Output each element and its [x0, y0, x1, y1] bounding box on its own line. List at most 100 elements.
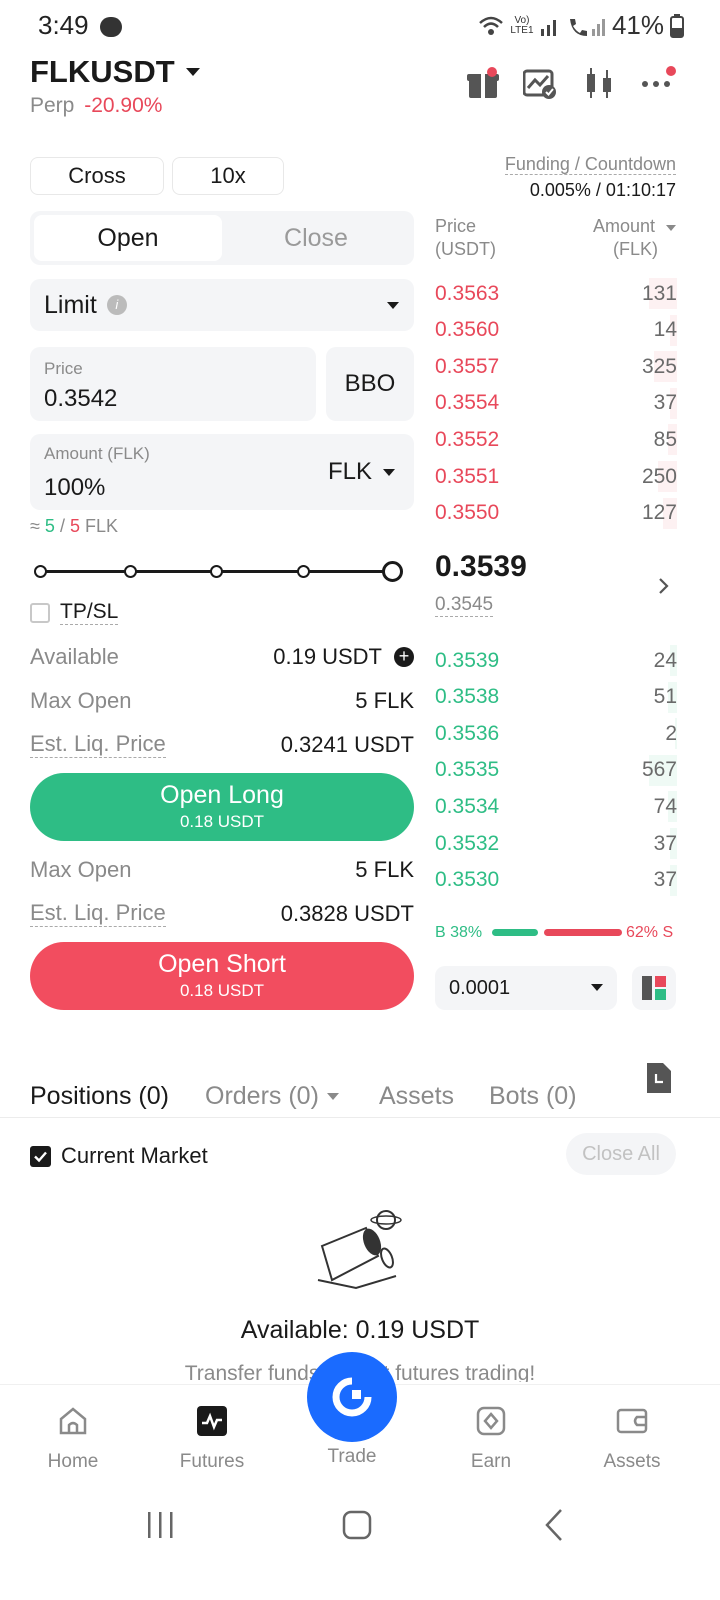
liq-price-value: 0.3241 USDT: [280, 731, 414, 757]
add-funds-icon[interactable]: +: [394, 647, 414, 667]
bid-row[interactable]: 0.3535 567: [435, 752, 677, 789]
chart-check-icon: [522, 69, 556, 99]
ask-row[interactable]: 0.3551 250: [435, 458, 677, 495]
order-type-select[interactable]: Limit i: [30, 279, 414, 331]
more-dots-icon: [642, 66, 676, 87]
orderbook-price-header: Price (USDT): [435, 216, 496, 259]
slider-step[interactable]: [210, 565, 223, 578]
chevron-right-icon[interactable]: [658, 577, 670, 595]
tab-open[interactable]: Open: [34, 215, 222, 261]
symbol-selector[interactable]: FLKUSDT: [30, 54, 201, 90]
candlestick-button[interactable]: [582, 66, 616, 105]
tab-close[interactable]: Close: [222, 215, 410, 261]
liq-price-label[interactable]: Est. Liq. Price: [30, 900, 166, 927]
ask-row[interactable]: 0.3554 37: [435, 385, 677, 422]
bid-price: 0.3535: [435, 758, 500, 782]
chart-alert-button[interactable]: [522, 68, 557, 105]
leverage-button[interactable]: 10x: [172, 157, 284, 195]
close-all-button[interactable]: Close All: [566, 1133, 676, 1175]
symbol-subtitle: Perp -20.90%: [30, 94, 162, 118]
caret-down-icon: [591, 984, 603, 991]
bid-row[interactable]: 0.3534 74: [435, 788, 677, 825]
trade-logo-icon: [332, 1377, 372, 1417]
bid-row[interactable]: 0.3536 2: [435, 715, 677, 752]
available-row: Available 0.19 USDT +: [30, 644, 414, 670]
precision-select[interactable]: 0.0001: [435, 966, 617, 1010]
tpsl-toggle[interactable]: TP/SL: [30, 600, 119, 625]
open-long-button[interactable]: Open Long 0.18 USDT: [30, 773, 414, 841]
nav-assets[interactable]: Assets: [577, 1405, 687, 1473]
price-input[interactable]: 0.3542: [44, 385, 302, 413]
back-icon[interactable]: [544, 1508, 564, 1542]
ask-row[interactable]: 0.3557 325: [435, 348, 677, 385]
info-icon[interactable]: i: [106, 295, 127, 315]
margin-mode-button[interactable]: Cross: [30, 157, 164, 195]
max-open-label: Max Open: [30, 688, 132, 713]
short-liq-row: Est. Liq. Price 0.3828 USDT: [30, 900, 414, 927]
ask-row[interactable]: 0.3563 131: [435, 275, 677, 312]
status-bar: 3:49 Vo) LTE1 41%: [0, 0, 720, 52]
bid-row[interactable]: 0.3530 37: [435, 862, 677, 899]
home-system-icon[interactable]: [342, 1510, 372, 1540]
tab-orders[interactable]: Orders (0): [205, 1082, 339, 1111]
nav-home[interactable]: Home: [18, 1405, 128, 1473]
gift-button[interactable]: [466, 66, 500, 105]
ask-amount: 127: [641, 501, 677, 525]
bid-amount: 74: [653, 794, 677, 818]
nav-earn[interactable]: Earn: [436, 1405, 546, 1473]
ask-row[interactable]: 0.3560 14: [435, 312, 677, 349]
telescope-illustration: [317, 1210, 402, 1290]
amount-unit-select[interactable]: FLK: [328, 458, 396, 486]
tpsl-checkbox[interactable]: [30, 602, 50, 623]
open-long-label: Open Long: [160, 781, 284, 809]
liq-price-label[interactable]: Est. Liq. Price: [30, 731, 166, 758]
call-signal-icon: [569, 18, 605, 36]
mark-price[interactable]: 0.3545: [435, 594, 494, 617]
status-right: Vo) LTE1 41%: [478, 10, 684, 41]
tab-assets[interactable]: Assets: [379, 1082, 454, 1111]
available-label: Available: [30, 644, 119, 669]
slider-step[interactable]: [297, 565, 310, 578]
bid-row[interactable]: 0.3532 37: [435, 825, 677, 862]
amount-unit-label: FLK: [327, 458, 372, 485]
bbo-button[interactable]: BBO: [326, 347, 414, 421]
tab-bots[interactable]: Bots (0): [489, 1082, 577, 1111]
order-type-label: Limit: [44, 290, 97, 319]
ask-amount: 37: [653, 391, 677, 415]
bid-row[interactable]: 0.3538 51: [435, 679, 677, 716]
amount-slider[interactable]: [34, 561, 408, 585]
bid-row[interactable]: 0.3539 24: [435, 642, 677, 679]
open-short-button[interactable]: Open Short 0.18 USDT: [30, 942, 414, 1010]
checkbox-checked-icon[interactable]: [30, 1145, 51, 1167]
orderbook-amount-header[interactable]: Amount (FLK): [593, 215, 676, 261]
price-field[interactable]: Price 0.3542: [30, 347, 316, 421]
ask-amount: 325: [641, 354, 677, 378]
home-icon: [59, 1407, 87, 1435]
available-value: 0.19: [273, 644, 317, 669]
caret-down-icon: [666, 225, 676, 231]
bid-amount: 567: [641, 758, 677, 782]
open-short-cost: 0.18 USDT: [179, 981, 265, 1000]
slider-step[interactable]: [124, 565, 137, 578]
recent-apps-icon[interactable]: [146, 1510, 174, 1540]
tab-positions[interactable]: Positions (0): [30, 1082, 169, 1111]
empty-available-text: Available: 0.19 USDT: [240, 1316, 480, 1344]
funding-label[interactable]: Funding / Countdown: [504, 154, 676, 175]
orderbook-layout-button[interactable]: [632, 966, 676, 1010]
battery-percent: 41%: [611, 10, 664, 40]
current-market-toggle[interactable]: Current Market: [30, 1143, 208, 1169]
more-button[interactable]: [640, 66, 676, 101]
slider-thumb[interactable]: [382, 561, 403, 582]
ask-row[interactable]: 0.3550 127: [435, 495, 677, 532]
trade-fab[interactable]: [307, 1352, 397, 1442]
ask-row[interactable]: 0.3552 85: [435, 421, 677, 458]
nav-trade[interactable]: Trade: [297, 1446, 407, 1468]
ask-price: 0.3563: [435, 281, 500, 305]
ask-amount: 85: [653, 427, 677, 451]
contract-type: Perp: [30, 94, 75, 117]
history-document-icon[interactable]: [644, 1062, 672, 1094]
nav-futures[interactable]: Futures: [157, 1405, 267, 1473]
slider-step[interactable]: [34, 565, 47, 578]
tabs-divider: [0, 1117, 720, 1118]
amount-field[interactable]: Amount (FLK) 100% FLK: [30, 434, 414, 510]
